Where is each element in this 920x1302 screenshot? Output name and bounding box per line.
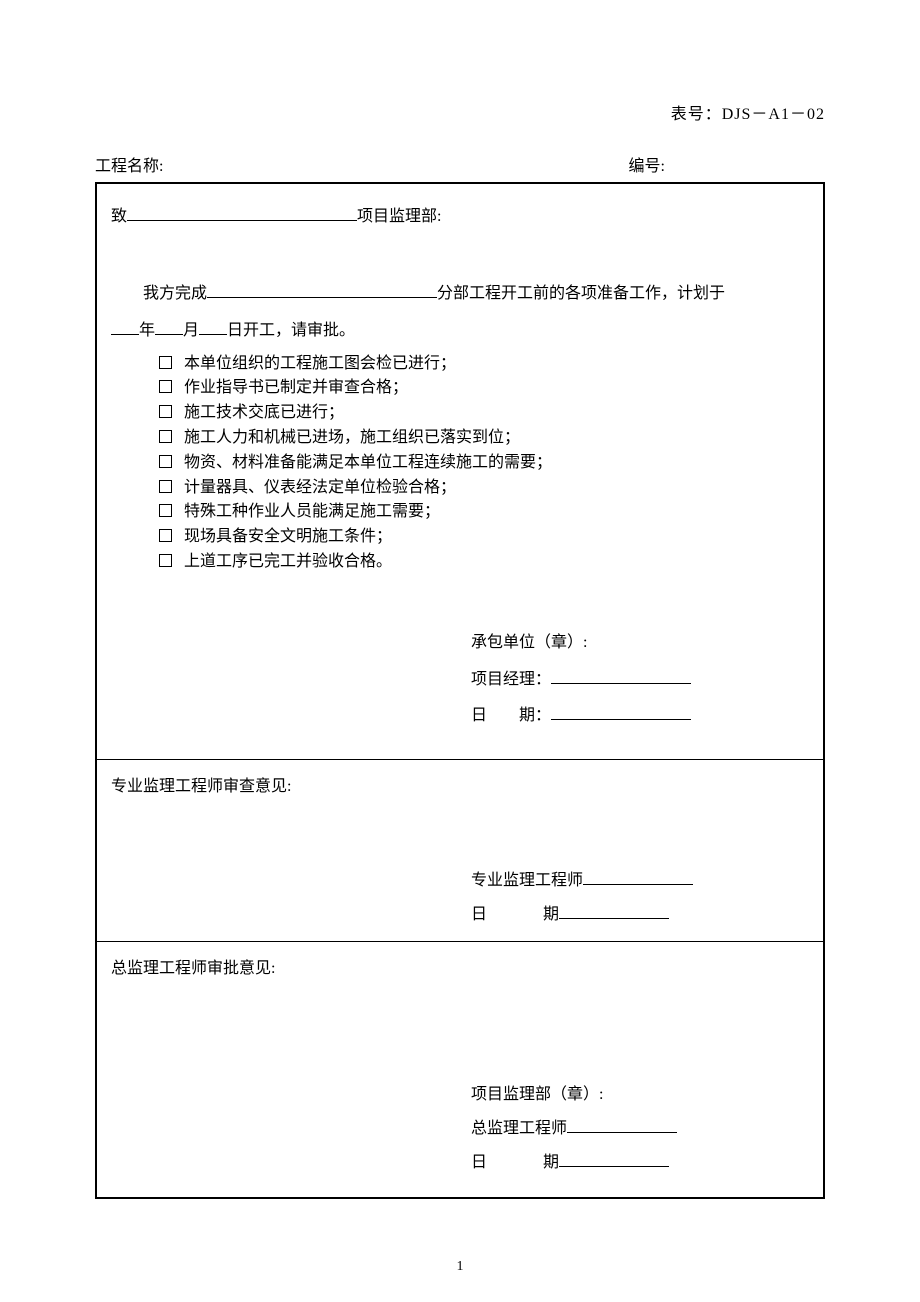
date-char2: 期 bbox=[543, 906, 559, 923]
date-char: 日 bbox=[471, 906, 487, 923]
checkbox-icon[interactable] bbox=[159, 405, 172, 418]
checkbox-icon[interactable] bbox=[159, 504, 172, 517]
checkbox-icon[interactable] bbox=[159, 529, 172, 542]
list-item: 施工技术交底已进行； bbox=[159, 401, 809, 426]
checkbox-icon[interactable] bbox=[159, 430, 172, 443]
blank-year[interactable] bbox=[111, 319, 139, 335]
checkbox-icon[interactable] bbox=[159, 480, 172, 493]
checklist-text: 本单位组织的工程施工图会检已进行； bbox=[184, 352, 456, 377]
specialist-review-title: 专业监理工程师审查意见: bbox=[111, 772, 809, 796]
blank-addressee[interactable] bbox=[127, 205, 357, 221]
chief-date-line: 日期 bbox=[471, 1146, 809, 1180]
blank-specialist-sig[interactable] bbox=[583, 869, 693, 885]
checklist-text: 施工人力和机械已进场，施工组织已落实到位； bbox=[184, 426, 520, 451]
month-label: 月 bbox=[183, 322, 199, 339]
chief-signature-block: 项目监理部（章）: 总监理工程师 日期 bbox=[471, 1078, 809, 1179]
addressee-line: 致 项目监理部: bbox=[111, 202, 809, 226]
specialist-signature-block: 专业监理工程师 日期 bbox=[471, 864, 809, 931]
checkbox-icon[interactable] bbox=[159, 455, 172, 468]
blank-date-sig[interactable] bbox=[551, 704, 691, 720]
intro-paragraph: 我方完成 分部工程开工前的各项准备工作，计划于 bbox=[111, 276, 809, 313]
list-item: 现场具备安全文明施工条件； bbox=[159, 525, 809, 550]
blank-chief-date[interactable] bbox=[559, 1151, 669, 1167]
specialist-date-line: 日期 bbox=[471, 898, 809, 932]
contractor-signature-block: 承包单位（章）: 项目经理： 日 期： bbox=[471, 625, 809, 735]
checklist-text: 特殊工种作业人员能满足施工需要； bbox=[184, 500, 440, 525]
blank-chief-sig[interactable] bbox=[567, 1117, 677, 1133]
checklist-text: 作业指导书已制定并审查合格； bbox=[184, 376, 408, 401]
chief-engineer-label: 总监理工程师 bbox=[471, 1120, 567, 1137]
checklist-text: 物资、材料准备能满足本单位工程连续施工的需要； bbox=[184, 451, 552, 476]
checkbox-icon[interactable] bbox=[159, 380, 172, 393]
date-line: 年 月 日开工，请审批。 bbox=[111, 313, 809, 350]
project-name-label: 工程名称: bbox=[95, 152, 163, 176]
list-item: 上道工序已完工并验收合格。 bbox=[159, 550, 809, 575]
list-item: 施工人力和机械已进场，施工组织已落实到位； bbox=[159, 426, 809, 451]
blank-month[interactable] bbox=[155, 319, 183, 335]
list-item: 物资、材料准备能满足本单位工程连续施工的需要； bbox=[159, 451, 809, 476]
serial-label: 编号: bbox=[629, 152, 665, 176]
checklist-text: 现场具备安全文明施工条件； bbox=[184, 525, 392, 550]
list-item: 特殊工种作业人员能满足施工需要； bbox=[159, 500, 809, 525]
pm-label: 项目经理： bbox=[471, 671, 551, 688]
blank-pm-sig[interactable] bbox=[551, 668, 691, 684]
blank-specialist-date[interactable] bbox=[559, 903, 669, 919]
specialist-engineer-label: 专业监理工程师 bbox=[471, 872, 583, 889]
checkbox-icon[interactable] bbox=[159, 356, 172, 369]
section-chief-approval: 总监理工程师审批意见: 项目监理部（章）: 总监理工程师 日期 bbox=[97, 942, 823, 1197]
chief-approval-title: 总监理工程师审批意见: bbox=[111, 954, 809, 978]
blank-day[interactable] bbox=[199, 319, 227, 335]
supervision-dept-label: 项目监理部（章）: bbox=[471, 1078, 809, 1112]
day-label: 日开工，请审批。 bbox=[227, 322, 355, 339]
body-suffix: 分部工程开工前的各项准备工作，计划于 bbox=[437, 285, 725, 302]
chief-date-char2: 期 bbox=[543, 1154, 559, 1171]
to-prefix: 致 bbox=[111, 208, 127, 225]
main-form-table: 致 项目监理部: 我方完成 分部工程开工前的各项准备工作，计划于 年 月 日开工，请审批… bbox=[95, 182, 825, 1199]
date-line-sig: 日 期： bbox=[471, 698, 809, 735]
specialist-engineer-line: 专业监理工程师 bbox=[471, 864, 809, 898]
to-suffix: 项目监理部: bbox=[357, 208, 441, 225]
checklist: 本单位组织的工程施工图会检已进行； 作业指导书已制定并审查合格； 施工技术交底已… bbox=[159, 352, 809, 575]
form-number: 表号：DJS－A1－02 bbox=[95, 100, 825, 124]
date-label: 日 期： bbox=[471, 707, 551, 724]
section-contractor: 致 项目监理部: 我方完成 分部工程开工前的各项准备工作，计划于 年 月 日开工，请审批… bbox=[97, 184, 823, 760]
page-number: 1 bbox=[95, 1259, 825, 1275]
chief-engineer-line: 总监理工程师 bbox=[471, 1112, 809, 1146]
checklist-text: 计量器具、仪表经法定单位检验合格； bbox=[184, 476, 456, 501]
list-item: 计量器具、仪表经法定单位检验合格； bbox=[159, 476, 809, 501]
section-specialist-review: 专业监理工程师审查意见: 专业监理工程师 日期 bbox=[97, 760, 823, 942]
checklist-text: 上道工序已完工并验收合格。 bbox=[184, 550, 392, 575]
year-label: 年 bbox=[139, 322, 155, 339]
contractor-seal-label: 承包单位（章）: bbox=[471, 625, 809, 662]
list-item: 本单位组织的工程施工图会检已进行； bbox=[159, 352, 809, 377]
checklist-text: 施工技术交底已进行； bbox=[184, 401, 344, 426]
body-prefix: 我方完成 bbox=[143, 285, 207, 302]
blank-subproject[interactable] bbox=[207, 282, 437, 298]
pm-line: 项目经理： bbox=[471, 662, 809, 699]
list-item: 作业指导书已制定并审查合格； bbox=[159, 376, 809, 401]
chief-date-char: 日 bbox=[471, 1154, 487, 1171]
title-row: 工程名称: 编号: bbox=[95, 152, 825, 176]
checkbox-icon[interactable] bbox=[159, 554, 172, 567]
